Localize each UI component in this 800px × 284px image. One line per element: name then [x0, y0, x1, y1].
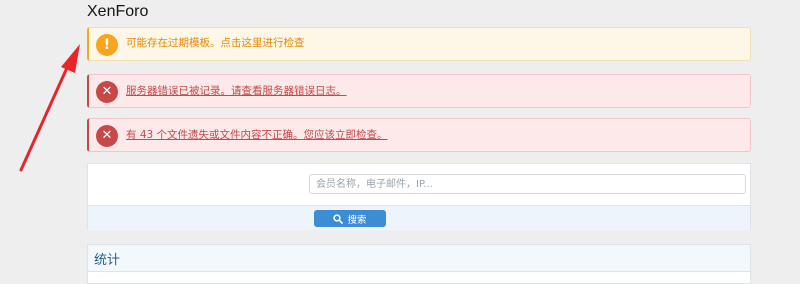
annotation-arrow	[19, 44, 80, 172]
